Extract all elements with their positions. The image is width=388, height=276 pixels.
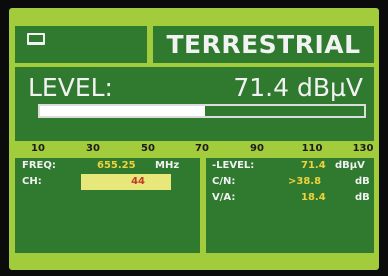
va-unit: dB	[355, 192, 370, 203]
channel-value: 44	[131, 176, 145, 187]
cn-label: C/N:	[212, 176, 236, 187]
va-row: V/A: 18.4 dB	[206, 190, 374, 206]
scale-tick: 90	[250, 143, 264, 154]
scale-tick: 70	[195, 143, 209, 154]
scale-tick: 130	[352, 143, 374, 154]
va-label: V/A:	[212, 192, 236, 203]
level-bar	[38, 104, 366, 118]
mode-title: TERRESTRIAL	[166, 30, 361, 59]
freq-label: FREQ:	[22, 160, 56, 171]
level-row: -LEVEL: 71.4 dBµV	[206, 158, 374, 174]
scale-tick: 30	[86, 143, 100, 154]
freq-value: 655.25	[97, 160, 136, 171]
channel-label: CH:	[22, 176, 42, 187]
tv-icon	[27, 33, 45, 45]
measurement-panel: -LEVEL: 71.4 dBµV C/N: >38.8 dB V/A: 18.…	[206, 158, 374, 253]
freq-unit: MHz	[155, 160, 180, 171]
scale-tick: 110	[301, 143, 323, 154]
level-scale: 10 30 50 70 90 110 130	[15, 143, 374, 155]
channel-field[interactable]: 44	[81, 174, 171, 190]
level-panel: LEVEL: 71.4 dBµV	[15, 67, 374, 141]
header-title-box: TERRESTRIAL	[153, 26, 374, 63]
level-label: LEVEL:	[28, 73, 113, 102]
meter-screen: TERRESTRIAL LEVEL: 71.4 dBµV 10 30 50 70…	[9, 8, 379, 270]
level-value: 71.4 dBµV	[233, 73, 363, 102]
meas-level-unit: dBµV	[335, 160, 365, 171]
scale-tick: 10	[31, 143, 45, 154]
cn-value: >38.8	[288, 176, 322, 187]
scale-tick: 50	[141, 143, 155, 154]
freq-row: FREQ: 655.25 MHz	[15, 158, 200, 174]
cn-unit: dB	[355, 176, 370, 187]
level-bar-fill	[40, 106, 206, 116]
meas-level-value: 71.4	[301, 160, 326, 171]
header-icon-panel	[15, 26, 147, 63]
cn-row: C/N: >38.8 dB	[206, 174, 374, 190]
meas-level-label: -LEVEL:	[212, 160, 255, 171]
header: TERRESTRIAL	[15, 26, 374, 63]
va-value: 18.4	[301, 192, 326, 203]
tuning-panel: FREQ: 655.25 MHz CH: 44	[15, 158, 200, 253]
